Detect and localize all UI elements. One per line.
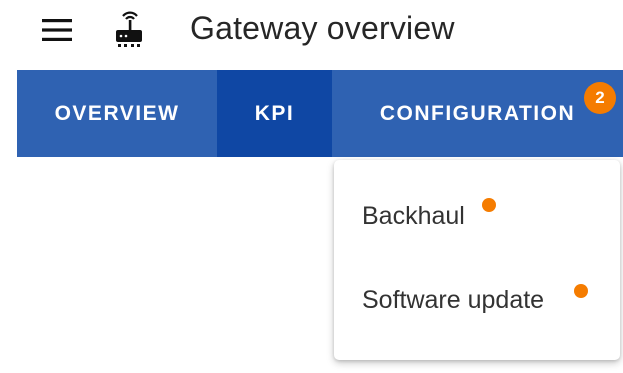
menu-item-backhaul[interactable]: Backhaul xyxy=(362,202,465,231)
tab-kpi-label: KPI xyxy=(254,101,295,125)
tab-configuration-label: CONFIGURATION xyxy=(379,101,576,125)
menu-item-software-update-label: Software update xyxy=(362,286,545,314)
software-update-notification-dot xyxy=(574,284,588,298)
tab-overview-label: OVERVIEW xyxy=(54,101,180,125)
page-title: Gateway overview xyxy=(190,10,455,46)
configuration-dropdown-menu: Backhaul Software update xyxy=(334,160,620,360)
backhaul-notification-dot xyxy=(482,198,496,212)
menu-item-software-update[interactable]: Software update xyxy=(362,286,544,315)
top-header: Gateway overview xyxy=(0,0,623,68)
configuration-notification-badge: 2 xyxy=(584,82,616,114)
tab-overview[interactable]: OVERVIEW xyxy=(17,70,217,157)
tab-configuration[interactable]: CONFIGURATION xyxy=(332,70,623,157)
tab-kpi[interactable]: KPI xyxy=(217,70,332,157)
hamburger-menu-icon[interactable] xyxy=(42,18,72,42)
menu-item-backhaul-label: Backhaul xyxy=(362,202,465,230)
tab-bar: OVERVIEW KPI CONFIGURATION xyxy=(17,70,623,157)
gateway-router-icon xyxy=(112,8,146,50)
app-root: Gateway overview OVERVIEW KPI CONFIGURAT… xyxy=(0,0,623,373)
